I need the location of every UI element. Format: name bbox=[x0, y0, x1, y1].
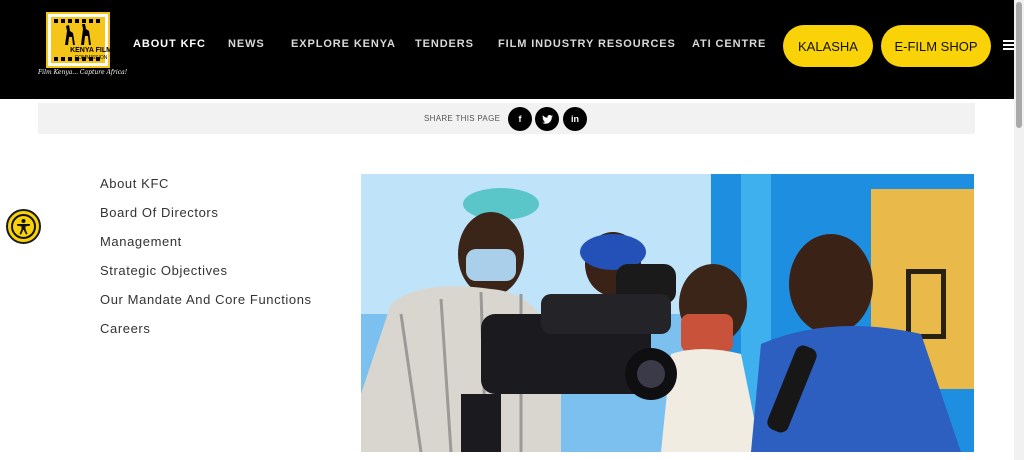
scrollbar[interactable] bbox=[1014, 0, 1024, 460]
hamburger-icon[interactable] bbox=[1003, 40, 1014, 51]
logo-name: KENYA FILM bbox=[70, 47, 112, 54]
side-item-about-kfc[interactable]: About KFC bbox=[100, 176, 169, 191]
side-item-management[interactable]: Management bbox=[100, 234, 182, 249]
page: KENYA FILM COMMISSION Film Kenya... Capt… bbox=[0, 0, 1024, 460]
linkedin-icon[interactable]: in bbox=[563, 107, 587, 131]
twitter-bird-icon bbox=[541, 114, 553, 124]
person-icon bbox=[17, 219, 30, 235]
twitter-icon[interactable] bbox=[535, 107, 559, 131]
giraffe-icon bbox=[65, 24, 91, 45]
site-header: KENYA FILM COMMISSION Film Kenya... Capt… bbox=[0, 0, 1014, 99]
nav-explore-kenya[interactable]: EXPLORE KENYA bbox=[291, 38, 396, 50]
logo-subtitle: COMMISSION bbox=[74, 55, 108, 61]
nav-tenders[interactable]: TENDERS bbox=[415, 38, 474, 50]
film-crew-image bbox=[361, 174, 974, 452]
nav-news[interactable]: NEWS bbox=[228, 38, 265, 50]
nav-film-industry-resources[interactable]: FILM INDUSTRY RESOURCES bbox=[498, 38, 676, 50]
logo-tagline: Film Kenya... Capture Africa! bbox=[38, 69, 128, 76]
side-item-mandate-core-functions[interactable]: Our Mandate And Core Functions bbox=[100, 292, 312, 307]
kalasha-button[interactable]: KALASHA bbox=[783, 25, 873, 67]
kfc-logo[interactable]: KENYA FILM COMMISSION Film Kenya... Capt… bbox=[38, 12, 128, 80]
facebook-icon[interactable]: f bbox=[508, 107, 532, 131]
accessibility-icon[interactable] bbox=[6, 209, 41, 244]
side-item-board-of-directors[interactable]: Board Of Directors bbox=[100, 205, 218, 220]
side-item-careers[interactable]: Careers bbox=[100, 321, 150, 336]
side-item-strategic-objectives[interactable]: Strategic Objectives bbox=[100, 263, 228, 278]
share-bar: SHARE THIS PAGE f in bbox=[38, 103, 975, 134]
nav-ati-centre[interactable]: ATI CENTRE bbox=[692, 38, 766, 50]
nav-about-kfc[interactable]: ABOUT KFC bbox=[133, 38, 206, 50]
efilm-shop-button[interactable]: E-FILM SHOP bbox=[881, 25, 991, 67]
scrollbar-thumb[interactable] bbox=[1016, 2, 1022, 128]
hero-photo bbox=[361, 174, 974, 452]
logo-mark: KENYA FILM COMMISSION bbox=[46, 12, 112, 68]
share-label: SHARE THIS PAGE bbox=[424, 114, 501, 123]
